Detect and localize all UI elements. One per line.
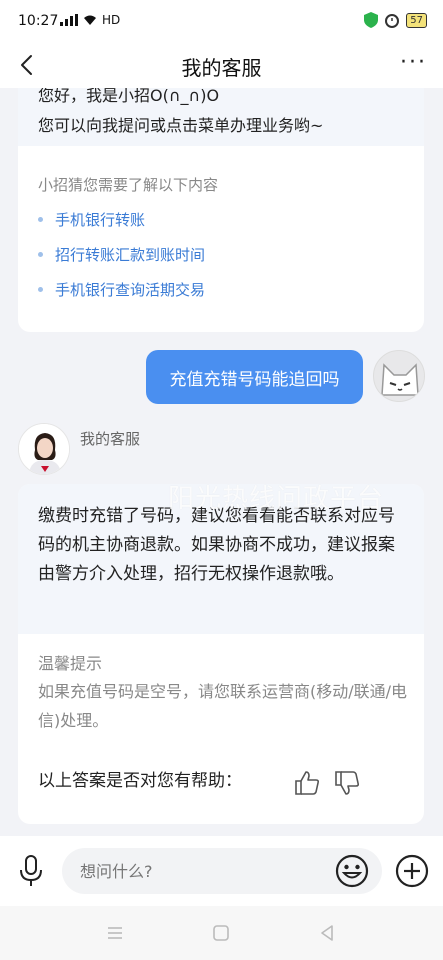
- suggestion-label: 手机银行转账: [55, 211, 146, 229]
- tip-title: 温馨提示: [38, 654, 103, 673]
- chat-area[interactable]: 您好，我是小招O(∩_∩)O 您可以向我提问或点击菜单办理业务哟~ 小招猜您需要…: [0, 88, 443, 836]
- bullet-icon: [38, 252, 43, 257]
- agent-portrait-icon: [19, 424, 69, 474]
- home-icon[interactable]: [210, 922, 232, 944]
- suggestion-label: 手机银行查询活期交易: [55, 281, 206, 299]
- battery-icon: 57: [406, 12, 427, 28]
- status-time: 10:27: [18, 13, 59, 29]
- agent-name: 我的客服: [80, 430, 141, 448]
- tip-text: 如果充值号码是空号，请您联系运营商(移动/联通/电信)处理。: [38, 682, 408, 730]
- network-type: HD: [102, 13, 121, 27]
- greeting-line-1: 您好，我是小招O(∩_∩)O: [38, 88, 220, 105]
- suggestion-label: 招行转账汇款到账时间: [55, 246, 206, 264]
- system-nav-bar: [0, 906, 443, 960]
- page-title: 我的客服: [181, 56, 262, 80]
- suggestion-item[interactable]: 招行转账汇款到账时间: [38, 244, 205, 265]
- more-options-button[interactable]: ···: [400, 50, 427, 75]
- header: 我的客服 ···: [0, 42, 443, 88]
- suggestion-item[interactable]: 手机银行查询活期交易: [38, 279, 205, 300]
- answer-card: 缴费时充错了号码，建议您看看能否联系对应号码的机主协商退款。如果协商不成功，建议…: [18, 484, 424, 824]
- greeting-line-2: 您可以向我提问或点击菜单办理业务哟~: [38, 116, 324, 135]
- menu-icon[interactable]: [104, 922, 126, 944]
- shield-icon: [364, 12, 379, 28]
- answer-text: 缴费时充错了号码，建议您看看能否联系对应号码的机主协商退款。如果协商不成功，建议…: [38, 506, 395, 584]
- agent-avatar: [18, 423, 70, 475]
- suggestions-title: 小招猜您需要了解以下内容: [38, 176, 219, 194]
- thumbs-up-icon[interactable]: [292, 768, 322, 798]
- microphone-icon[interactable]: [16, 854, 46, 888]
- bullet-icon: [38, 287, 43, 292]
- status-right: 57: [364, 12, 427, 28]
- thumbs-down-icon[interactable]: [332, 768, 362, 798]
- bullet-icon: [38, 217, 43, 222]
- alarm-icon: [385, 14, 400, 28]
- emoji-icon[interactable]: [334, 853, 370, 889]
- status-bar: 10:27 HD 57: [0, 0, 443, 42]
- user-avatar: [373, 350, 425, 402]
- input-bar: [0, 836, 443, 906]
- add-icon[interactable]: [394, 853, 430, 889]
- signal-icon: [60, 14, 78, 26]
- cat-avatar-icon: [381, 363, 419, 396]
- suggestion-item[interactable]: 手机银行转账: [38, 209, 145, 230]
- network-indicator: HD: [60, 13, 120, 27]
- greeting-card: 您好，我是小招O(∩_∩)O 您可以向我提问或点击菜单办理业务哟~ 小招猜您需要…: [18, 88, 424, 332]
- user-message-bubble: 充值充错号码能追回吗: [146, 350, 363, 404]
- back-nav-icon[interactable]: [316, 922, 338, 944]
- helpful-question: 以上答案是否对您有帮助：: [38, 771, 242, 791]
- wifi-icon: [84, 15, 96, 25]
